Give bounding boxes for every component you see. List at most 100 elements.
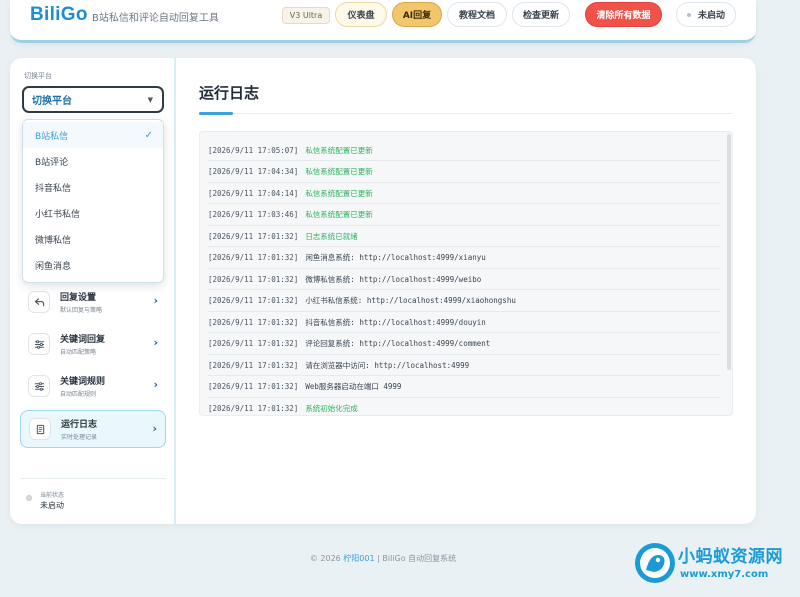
title-divider bbox=[199, 113, 733, 114]
log-timestamp: [2026/9/11 17:01:32] bbox=[208, 274, 299, 284]
site-watermark: 小蚂蚁资源网 www.xmy7.com bbox=[632, 538, 800, 588]
chevron-down-icon: ▼ bbox=[147, 96, 153, 104]
sidebar-item-keyword-rules[interactable]: 关键词规则 自动匹配规则 › bbox=[20, 367, 166, 405]
log-timestamp: [2026/9/11 17:03:46] bbox=[208, 210, 299, 219]
main-panel: 切换平台 切换平台 ▼ B站私信 ✓ B站评论 抖音私信 小红书私信 微博私信 bbox=[10, 58, 756, 524]
menu-title: 关键词规则 bbox=[60, 377, 106, 387]
sidebar-item-reply-settings[interactable]: 回复设置 默认回复与策略 › bbox=[20, 283, 166, 321]
menu-desc: 自动匹配策略 bbox=[60, 349, 97, 356]
platform-option-douyin[interactable]: 抖音私信 bbox=[23, 174, 163, 200]
log-entry: [2026/9/11 17:01:32] 闲鱼消息系统: http://local… bbox=[208, 248, 720, 269]
run-status-label: 未启动 bbox=[697, 11, 725, 21]
menu-desc: 自动匹配规则 bbox=[60, 391, 97, 398]
footer-app-name: | BiliGo 自动回复系统 bbox=[374, 554, 457, 563]
watermark-logo-icon bbox=[635, 543, 675, 583]
log-entry: [2026/9/11 17:01:32] 系统初始化完成 bbox=[208, 398, 720, 415]
platform-option-xiaohongshu[interactable]: 小红书私信 bbox=[23, 200, 163, 226]
menu-title: 回复设置 bbox=[60, 293, 97, 303]
platform-option-bilibili-comment[interactable]: B站评论 bbox=[23, 148, 163, 174]
platform-option-label: B站评论 bbox=[35, 157, 69, 168]
dashboard-button[interactable]: 仪表盘 bbox=[335, 2, 387, 27]
log-entry: [2026/9/11 17:01:32] Web服务器启动在端口 4999 bbox=[208, 377, 720, 398]
log-entry: [2026/9/11 17:03:46] 私信系统配置已更新 bbox=[208, 205, 720, 226]
ai-reply-button[interactable]: AI回复 bbox=[392, 2, 442, 27]
platform-option-label: 抖音私信 bbox=[35, 183, 72, 194]
log-message: 闲鱼消息系统: http://localhost:4999/xianyu bbox=[305, 253, 486, 262]
document-icon bbox=[29, 418, 51, 440]
sidebar-divider bbox=[20, 478, 166, 479]
chevron-right-icon: › bbox=[152, 422, 157, 435]
log-message: 微博私信系统: http://localhost:4999/weibo bbox=[305, 274, 482, 284]
log-entry: [2026/9/11 17:01:32] 微博私信系统: http://local… bbox=[208, 269, 720, 290]
footer-author-link[interactable]: 柠阳001 bbox=[343, 554, 374, 563]
app-subtitle: B站私信和评论自动回复工具 bbox=[92, 13, 219, 24]
log-timestamp: [2026/9/11 17:01:32] bbox=[208, 403, 299, 413]
sliders-icon bbox=[28, 375, 50, 397]
log-timestamp: [2026/9/11 17:04:34] bbox=[208, 167, 299, 176]
page-title: 运行日志 bbox=[199, 84, 260, 102]
log-entry: [2026/9/11 17:04:14] 私信系统配置已更新 bbox=[208, 183, 720, 204]
log-message: 私信系统配置已更新 bbox=[305, 145, 373, 155]
log-message: 小红书私信系统: http://localhost:4999/xiaohongs… bbox=[305, 296, 516, 305]
log-entry: [2026/9/11 17:04:34] 私信系统配置已更新 bbox=[208, 162, 720, 183]
log-timestamp: [2026/9/11 17:01:32] bbox=[208, 317, 299, 327]
log-timestamp: [2026/9/11 17:01:32] bbox=[208, 231, 299, 241]
docs-button[interactable]: 教程文档 bbox=[447, 2, 507, 27]
platform-option-label: 小红书私信 bbox=[35, 209, 81, 220]
platform-dropdown: B站私信 ✓ B站评论 抖音私信 小红书私信 微博私信 闲鱼消息 bbox=[22, 119, 164, 283]
run-status-button[interactable]: 未启动 bbox=[676, 2, 736, 27]
version-badge: V3 Ultra bbox=[282, 7, 330, 24]
log-timestamp: [2026/9/11 17:01:32] bbox=[208, 296, 299, 305]
log-timestamp: [2026/9/11 17:01:32] bbox=[208, 382, 299, 391]
log-entry: [2026/9/11 17:01:32] 日志系统已就绪 bbox=[208, 226, 720, 247]
log-entry: [2026/9/11 17:01:32] 评论回复系统: http://local… bbox=[208, 334, 720, 355]
check-update-button[interactable]: 检查更新 bbox=[512, 2, 570, 27]
status-dot-icon bbox=[686, 12, 691, 17]
chevron-right-icon: › bbox=[153, 378, 158, 391]
log-scrollbar[interactable] bbox=[727, 134, 731, 370]
footer-copyright: © 2026 bbox=[309, 554, 344, 563]
log-message: 私信系统配置已更新 bbox=[305, 210, 373, 219]
log-entry: [2026/9/11 17:01:32] 抖音私信系统: http://local… bbox=[208, 312, 720, 333]
platform-select-value: 切换平台 bbox=[32, 96, 72, 107]
log-message: 日志系统已就绪 bbox=[305, 231, 358, 241]
sliders-icon bbox=[28, 333, 50, 355]
log-message: 系统初始化完成 bbox=[305, 403, 358, 413]
log-message: Web服务器启动在端口 4999 bbox=[305, 382, 402, 391]
log-timestamp: [2026/9/11 17:04:14] bbox=[208, 188, 299, 198]
log-message: 抖音私信系统: http://localhost:4999/douyin bbox=[305, 317, 486, 327]
reply-icon bbox=[28, 291, 50, 313]
platform-option-label: B站私信 bbox=[35, 131, 69, 142]
log-timestamp: [2026/9/11 17:01:32] bbox=[208, 339, 299, 348]
platform-option-label: 闲鱼消息 bbox=[35, 261, 72, 272]
log-panel[interactable]: [2026/9/11 17:05:07] 私信系统配置已更新 [2026/9/11 … bbox=[199, 131, 733, 416]
chevron-right-icon: › bbox=[153, 294, 158, 307]
chevron-right-icon: › bbox=[153, 336, 158, 349]
log-timestamp: [2026/9/11 17:01:32] bbox=[208, 253, 299, 262]
log-message: 请在浏览器中访问: http://localhost:4999 bbox=[305, 360, 470, 370]
platform-option-xianyu[interactable]: 闲鱼消息 bbox=[23, 252, 163, 278]
log-entry: [2026/9/11 17:05:07] 私信系统配置已更新 bbox=[208, 140, 720, 161]
watermark-url: www.xmy7.com bbox=[680, 569, 769, 580]
platform-select[interactable]: 切换平台 ▼ bbox=[22, 86, 164, 113]
sidebar-item-run-log[interactable]: 运行日志 实时处理记录 › bbox=[20, 410, 166, 448]
menu-desc: 默认回复与策略 bbox=[60, 307, 103, 314]
current-status-label: 当前状态 bbox=[40, 492, 65, 499]
clear-data-button[interactable]: 清除所有数据 bbox=[585, 2, 662, 27]
platform-option-label: 微博私信 bbox=[35, 235, 72, 246]
log-message: 私信系统配置已更新 bbox=[305, 167, 373, 176]
watermark-title: 小蚂蚁资源网 bbox=[678, 547, 783, 567]
title-accent bbox=[199, 112, 233, 115]
sidebar: 切换平台 切换平台 ▼ B站私信 ✓ B站评论 抖音私信 小红书私信 微博私信 bbox=[10, 58, 176, 524]
log-timestamp: [2026/9/11 17:05:07] bbox=[208, 145, 299, 155]
log-entry: [2026/9/11 17:01:32] 小红书私信系统: http://loca… bbox=[208, 291, 720, 312]
log-message: 私信系统配置已更新 bbox=[305, 188, 373, 198]
log-message: 评论回复系统: http://localhost:4999/comment bbox=[305, 339, 491, 348]
top-bar: BiliGo B站私信和评论自动回复工具 V3 Ultra 仪表盘 AI回复 教… bbox=[10, 0, 756, 43]
check-icon: ✓ bbox=[144, 129, 153, 141]
sidebar-item-keyword-reply[interactable]: 关键词回复 自动匹配策略 › bbox=[20, 325, 166, 363]
platform-option-weibo[interactable]: 微博私信 bbox=[23, 226, 163, 252]
log-entry: [2026/9/11 17:01:32] 请在浏览器中访问: http://loc… bbox=[208, 355, 720, 376]
platform-option-bilibili-dm[interactable]: B站私信 ✓ bbox=[23, 122, 163, 148]
log-timestamp: [2026/9/11 17:01:32] bbox=[208, 360, 299, 370]
